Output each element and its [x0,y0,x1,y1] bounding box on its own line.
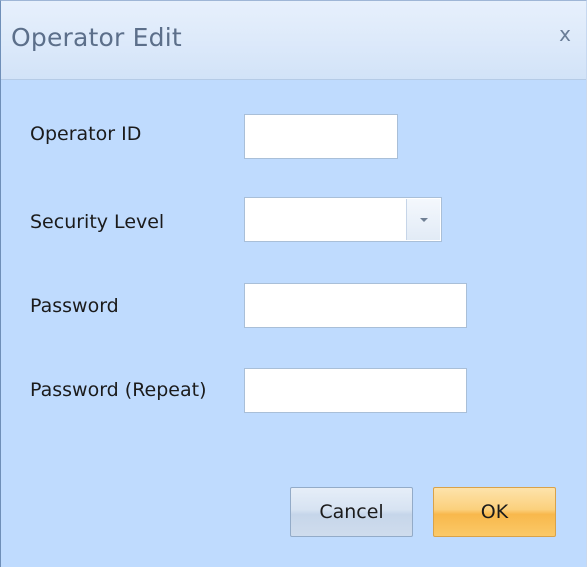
security-level-dropdown[interactable] [244,197,442,242]
chevron-down-icon [419,217,428,222]
ok-button[interactable]: OK [433,487,556,537]
title-bar: Operator Edit x [1,1,586,80]
operator-edit-dialog: Operator Edit x Operator ID Security Lev… [0,0,587,567]
dialog-title: Operator Edit [11,23,182,52]
operator-id-input[interactable] [244,114,398,159]
password-repeat-label: Password (Repeat) [30,379,207,401]
cancel-button[interactable]: Cancel [290,487,413,537]
operator-id-label: Operator ID [30,123,142,145]
password-input[interactable] [244,283,467,328]
security-level-label: Security Level [30,211,165,233]
close-icon[interactable]: x [554,21,576,47]
password-label: Password [30,295,119,317]
dropdown-button[interactable] [406,199,440,240]
password-repeat-input[interactable] [244,368,467,413]
